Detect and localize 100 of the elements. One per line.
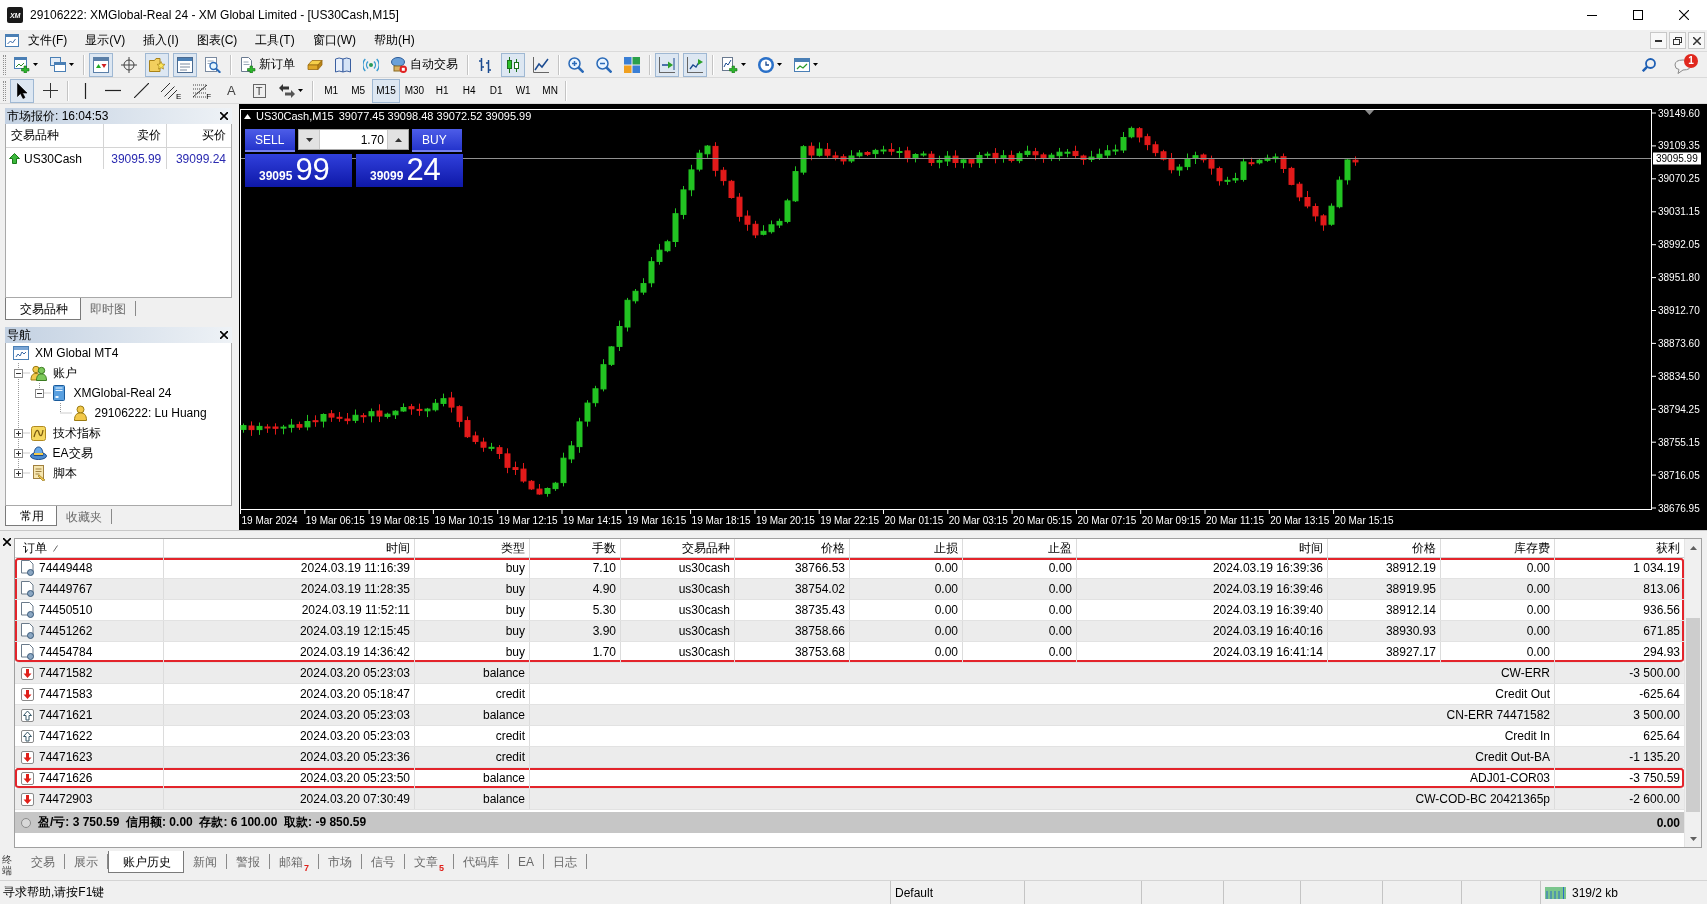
tree-item[interactable]: EA交易 [52, 444, 93, 462]
text-tool-button[interactable]: A [219, 78, 244, 103]
menu-item[interactable]: 图表(C) [187, 30, 247, 51]
minus-box-icon[interactable] [35, 388, 44, 398]
column-header[interactable]: 交易品种 [6, 124, 104, 147]
column-header[interactable]: 类型 [415, 539, 530, 557]
label-tool-button[interactable]: T [247, 78, 272, 103]
buy-button[interactable]: BUY [412, 129, 462, 152]
tab[interactable]: 市场 [319, 854, 362, 869]
plus-box-icon[interactable] [14, 468, 23, 478]
close-icon [219, 331, 228, 339]
new-order-button[interactable]: 新订单 [236, 52, 299, 77]
price-axis-label: 39070.25 [1658, 173, 1700, 185]
scrollbar-thumb[interactable] [1686, 618, 1700, 812]
tab[interactable]: 警报 [227, 854, 270, 869]
tree-item[interactable]: 脚本 [52, 464, 77, 482]
tree-item[interactable]: 账户 [52, 364, 77, 382]
tree-item[interactable]: XMGlobal-Real 24 [73, 386, 172, 400]
tab[interactable]: 代码库 [454, 854, 510, 869]
menu-item[interactable]: 工具(T) [246, 30, 304, 51]
timeframe-button[interactable]: M15 [372, 78, 400, 103]
menu-item[interactable]: 文件(F) [19, 30, 77, 51]
open-time: 2024.03.20 05:23:03 [164, 705, 415, 725]
column-header[interactable]: 止损 [850, 539, 963, 557]
ingot-icon [307, 59, 323, 70]
chart-shift-button[interactable] [655, 52, 679, 77]
notifications-button[interactable]: 1 [1671, 52, 1699, 77]
menu-item[interactable]: 插入(I) [134, 30, 188, 51]
tab[interactable]: 信号 [362, 854, 405, 869]
close-icon [3, 538, 11, 546]
document-plus-icon [240, 56, 256, 73]
terminal-button[interactable] [173, 52, 197, 77]
timeframe-button[interactable]: M1 [318, 78, 345, 103]
channel-button[interactable]: E [157, 78, 186, 103]
timeframe-button[interactable]: M30 [400, 78, 429, 103]
timeframe-button[interactable]: H1 [429, 78, 456, 103]
profit-value: -1 135.20 [1628, 749, 1681, 766]
tab[interactable]: 新闻 [184, 854, 227, 869]
column-header[interactable]: 卖价 [103, 124, 168, 147]
tab[interactable]: 日志 [544, 854, 588, 869]
close-button[interactable] [3, 538, 11, 546]
column-header[interactable]: 止盈 [963, 539, 1077, 557]
tree-item[interactable]: 29106222: Lu Huang [94, 406, 207, 420]
close-button[interactable] [218, 110, 229, 122]
close-icon [1679, 10, 1689, 20]
caret-down-icon [305, 137, 313, 142]
timeframe-button[interactable]: W1 [510, 78, 537, 103]
column-header[interactable]: 库存费 [1441, 539, 1555, 557]
column-header[interactable]: 时间 [164, 539, 415, 557]
column-header[interactable]: 订单 [15, 539, 164, 557]
autoscroll-button[interactable] [683, 52, 707, 77]
autotrading-button[interactable]: 自动交易 [387, 52, 462, 77]
open-price: 38758.66 [735, 621, 850, 641]
timeframe-button[interactable]: M5 [345, 78, 372, 103]
column-header[interactable]: 交易品种 [621, 539, 735, 557]
signal-waves-icon [363, 57, 379, 72]
candlestick-button[interactable] [501, 52, 525, 77]
market-watch-button[interactable] [89, 52, 113, 77]
sell-price-button[interactable]: 39095 99 [245, 154, 352, 187]
column-header[interactable]: 手数 [530, 539, 621, 557]
hat-icon [29, 446, 47, 460]
timeframe-button[interactable]: D1 [483, 78, 510, 103]
fibonacci-button[interactable]: F [189, 78, 216, 103]
menu-item[interactable]: 显示(V) [76, 30, 135, 51]
tab[interactable]: 即时图 [81, 301, 136, 316]
tab[interactable]: 账户历史 [108, 851, 184, 873]
sell-button[interactable]: SELL [245, 129, 295, 152]
open-time: 2024.03.20 05:23:50 [164, 768, 415, 788]
column-header[interactable]: 价格 [735, 539, 850, 557]
tree-item[interactable]: XM Global MT4 [35, 346, 119, 360]
tab[interactable]: 交易品种 [5, 298, 81, 320]
tab[interactable]: EA [509, 854, 545, 869]
column-header[interactable]: 获利 [1555, 539, 1684, 557]
timeframe-button[interactable]: H4 [456, 78, 483, 103]
order-number: 74471583 [39, 687, 93, 701]
menu-item[interactable]: 窗口(W) [303, 30, 365, 51]
plus-box-icon[interactable] [14, 448, 23, 458]
column-header[interactable]: 价格 [1328, 539, 1441, 557]
profit-value: -3 750.59 [1628, 770, 1681, 787]
price-axis-label: 39031.15 [1658, 206, 1700, 218]
plus-box-icon[interactable] [14, 428, 23, 438]
tree-item[interactable]: 技术指标 [52, 424, 101, 442]
child-minimize-button[interactable] [1650, 32, 1667, 49]
tab[interactable]: 交易 [22, 854, 65, 869]
tab[interactable]: 收藏夹 [57, 509, 112, 524]
minus-box-icon[interactable] [14, 368, 23, 378]
take-profit: 0.00 [963, 558, 1077, 578]
menu-item[interactable]: 帮助(H) [365, 30, 424, 51]
column-header[interactable]: 时间 [1077, 539, 1328, 557]
timeframe-button[interactable]: MN [537, 78, 564, 103]
cursor-button[interactable] [10, 78, 34, 103]
close-button[interactable] [218, 329, 229, 341]
tab[interactable]: 常用 [5, 506, 57, 526]
buy-price-button[interactable]: 39099 24 [356, 154, 463, 187]
volume-field[interactable]: 1.70 [319, 130, 388, 149]
column-header[interactable]: 买价 [167, 124, 231, 147]
time-axis-label: 19 Mar 20:15 [755, 515, 815, 526]
maximize-icon [1633, 10, 1643, 20]
child-restore-button[interactable] [1669, 32, 1686, 49]
child-close-button[interactable] [1688, 32, 1705, 49]
